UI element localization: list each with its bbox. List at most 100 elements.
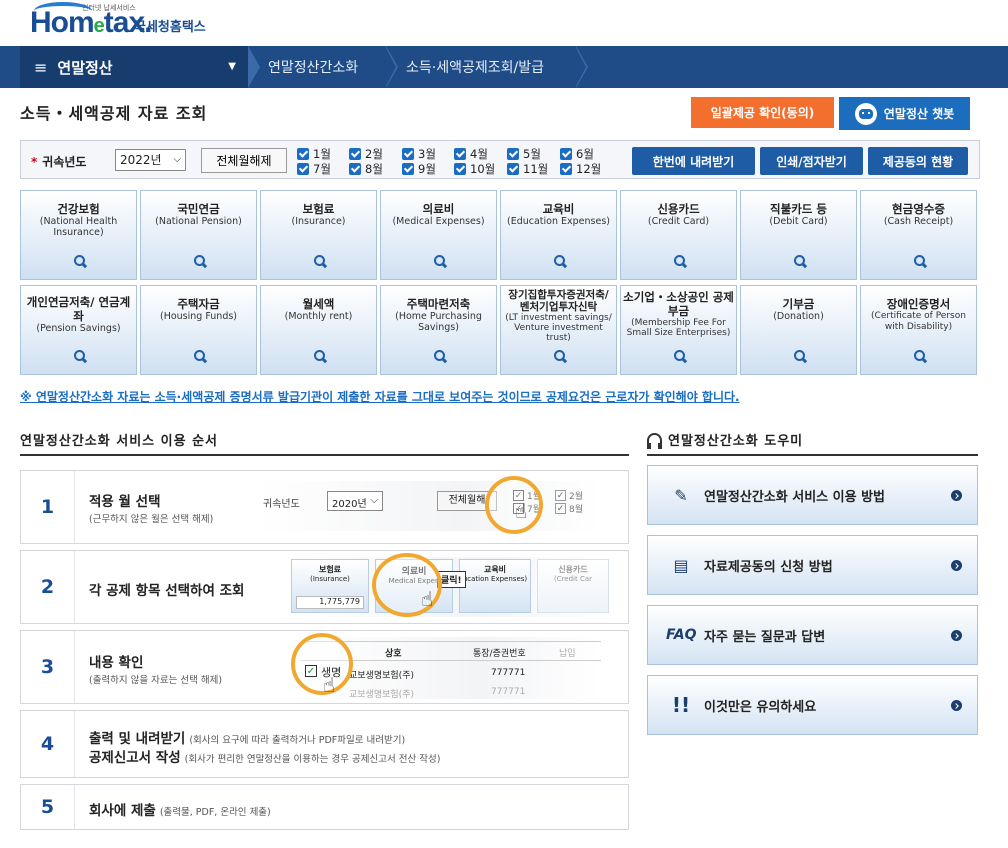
download-all-button[interactable]: 한번에 내려받기 [632, 147, 755, 175]
category-debit-card[interactable]: 직불카드 등 (Debit Card) [740, 190, 857, 280]
consent-status-button[interactable]: 제공동의 현황 [868, 147, 968, 175]
checkbox-checked-icon: ✓ [305, 665, 317, 677]
headset-icon [647, 432, 662, 449]
hometax-logo[interactable]: 인터넷 납세서비스 Hometax. 국세청홈택스 [30, 0, 430, 46]
category-medical-expenses[interactable]: 의료비 (Medical Expenses) [380, 190, 497, 280]
category-national-pension[interactable]: 국민연금 (National Pension) [140, 190, 257, 280]
help-faq[interactable]: FAQ 자주 묻는 질문과 답변 [647, 605, 978, 665]
month-checkbox-1[interactable]: 1월 [297, 146, 331, 162]
edit-document-icon: ✎ [674, 485, 688, 505]
hand-cursor-icon: ☝ [515, 499, 528, 523]
highlight-ring [485, 476, 543, 534]
thumb-month-8: 8월 [569, 505, 584, 515]
chatbot-button[interactable]: 연말정산 챗봇 [839, 97, 970, 130]
breadcrumb-separator [248, 46, 260, 88]
search-icon [194, 350, 205, 361]
checkbox-checked-icon [560, 163, 572, 175]
month-checkbox-11[interactable]: 11월 [507, 161, 548, 177]
step-1: 1 적용 월 선택 (근무하지 않은 월은 선택 해제) 귀속년도 2020년 … [20, 470, 629, 544]
help-divider [647, 454, 978, 456]
arrow-right-circle-icon [951, 560, 962, 571]
search-icon [74, 255, 85, 266]
search-icon [914, 255, 925, 266]
month-checkbox-4[interactable]: 4월 [454, 146, 488, 162]
category-small-business-mutual-aid[interactable]: 소기업・소상공인 공제부금 (Membership Fee For Small S… [620, 285, 737, 375]
thumb-month-2: 2월 [569, 492, 584, 502]
year-select[interactable]: 2022년 ⌵ [115, 149, 186, 171]
step-4: 4 출력 및 내려받기 (회사의 요구에 따라 출력하거나 PDF파일로 내려받기… [20, 710, 629, 778]
category-donation[interactable]: 기부금 (Donation) [740, 285, 857, 375]
month-checkbox-3[interactable]: 3월 [402, 146, 436, 162]
thumb-row2-number: 777771 [491, 687, 526, 697]
category-health-insurance[interactable]: 건강보험 (National Health Insurance) [20, 190, 137, 280]
category-pension-savings[interactable]: 개인연금저축/ 연금계좌 (Pension Savings) [20, 285, 137, 375]
month-checkbox-5[interactable]: 5월 [507, 146, 541, 162]
step-title: 회사에 제출 (출력물, PDF, 온라인 제출) [89, 803, 271, 819]
search-icon [314, 350, 325, 361]
breadcrumb-separator-inner [575, 46, 586, 88]
category-disability-certificate[interactable]: 장애인증명서 (Certificate of Person with Disabi… [860, 285, 977, 375]
robot-icon [854, 102, 877, 125]
category-monthly-rent[interactable]: 월세액 (Monthly rent) [260, 285, 377, 375]
breadcrumb-deduction-inquiry[interactable]: 소득·세액공제조회/발급 [406, 46, 544, 88]
hand-cursor-icon: ☝ [323, 673, 336, 697]
search-icon [554, 350, 565, 361]
breadcrumb-simplified[interactable]: 연말정산간소화 [268, 46, 358, 88]
category-insurance[interactable]: 보험료 (Insurance) [260, 190, 377, 280]
category-lt-investment-savings[interactable]: 장기집합투자증권저축/ 벤처기업투자신탁 (LT investment savin… [500, 285, 617, 375]
category-housing-funds[interactable]: 주택자금 (Housing Funds) [140, 285, 257, 375]
checkbox-checked-icon [507, 163, 519, 175]
help-usage-guide[interactable]: ✎ 연말정산간소화 서비스 이용 방법 [647, 465, 978, 525]
search-icon [314, 255, 325, 266]
category-home-purchase-savings[interactable]: 주택마련저축 (Home Purchasing Savings) [380, 285, 497, 375]
thumb-category-education: 교육비 ucation Expenses) [459, 559, 531, 613]
arrow-right-circle-icon [951, 490, 962, 501]
thumb-checkbox-icon: ✓ [555, 490, 566, 501]
checkbox-checked-icon [297, 163, 309, 175]
month-checkbox-8[interactable]: 8월 [349, 161, 383, 177]
checkbox-checked-icon [297, 148, 309, 160]
search-icon [74, 350, 85, 361]
chevron-down-icon: ⌵ [173, 154, 181, 165]
deduction-notice-link[interactable]: ※ 연말정산간소화 자료는 소득·세액공제 증명서류 발급기관이 제출한 자료를… [20, 388, 740, 405]
thumb-row-number: 777771 [491, 668, 526, 678]
help-cautions[interactable]: !! 이것만은 유의하세요 [647, 675, 978, 735]
checkbox-checked-icon [507, 148, 519, 160]
category-education-expenses[interactable]: 교육비 (Education Expenses) [500, 190, 617, 280]
step-number: 4 [21, 711, 75, 777]
search-icon [674, 255, 685, 266]
document-icon: ▤ [673, 555, 689, 575]
help-consent-guide[interactable]: ▤ 자료제공동의 신청 방법 [647, 535, 978, 595]
chatbot-label: 연말정산 챗봇 [883, 107, 955, 121]
checkbox-checked-icon [349, 163, 361, 175]
step-title: 내용 확인 [89, 655, 144, 671]
exclamation-icon: !! [671, 693, 691, 717]
toggle-all-months-button[interactable]: 전체월해제 [201, 148, 287, 173]
print-braille-button[interactable]: 인쇄/점자받기 [760, 147, 863, 175]
faq-icon: FAQ [666, 627, 697, 643]
hand-cursor-icon: ☝ [421, 587, 434, 611]
step-title: 적용 월 선택 [89, 494, 161, 510]
month-checkbox-6[interactable]: 6월 [560, 146, 594, 162]
checkbox-checked-icon [454, 148, 466, 160]
thumb-year-label: 귀속년도 [263, 499, 300, 510]
step-2-illustration: 보험료 (Insurance) 1,775,779 의료비 Medical Ex… [289, 557, 609, 617]
checkbox-checked-icon [402, 148, 414, 160]
arrow-right-circle-icon [951, 630, 962, 641]
step-number: 1 [21, 471, 75, 543]
search-icon [434, 350, 445, 361]
category-cash-receipt[interactable]: 현금영수증 (Cash Receipt) [860, 190, 977, 280]
help-section-title: 연말정산간소화 도우미 [647, 430, 803, 449]
step-subtitle: (출력하지 않을 자료는 선택 해제) [89, 675, 223, 686]
category-credit-card[interactable]: 신용카드 (Credit Card) [620, 190, 737, 280]
step-2: 2 각 공제 항목 선택하여 조회 보험료 (Insurance) 1,775,… [20, 550, 629, 624]
month-checkbox-7[interactable]: 7월 [297, 161, 331, 177]
month-checkbox-12[interactable]: 12월 [560, 161, 601, 177]
nav-menu-yearend[interactable]: ≡ 연말정산 ▼ [20, 46, 248, 88]
bulk-confirm-button[interactable]: 일괄제공 확인(동의) [691, 97, 834, 128]
year-select-value: 2022년 [120, 153, 162, 167]
search-icon [794, 350, 805, 361]
month-checkbox-9[interactable]: 9월 [402, 161, 436, 177]
month-checkbox-10[interactable]: 10월 [454, 161, 495, 177]
month-checkbox-2[interactable]: 2월 [349, 146, 383, 162]
